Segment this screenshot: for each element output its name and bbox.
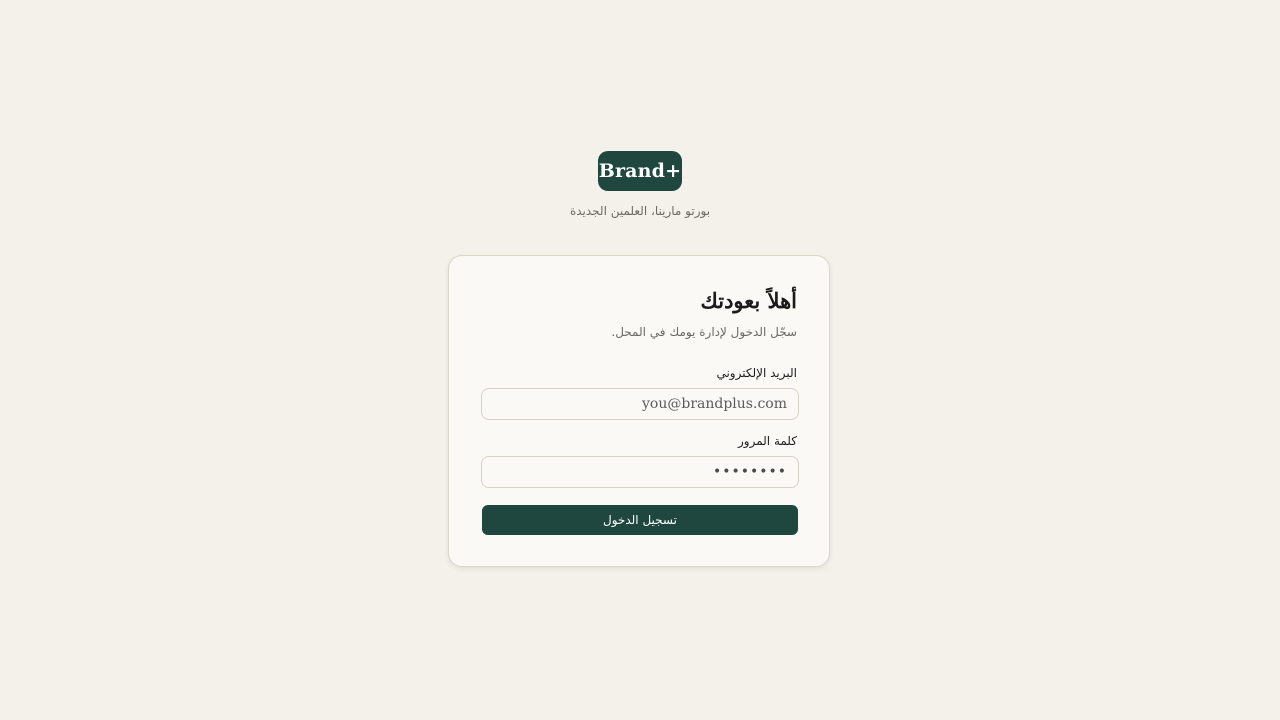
brand-header: Brand+ بورتو مارينا، العلمين الجديدة xyxy=(0,151,1280,218)
login-subtitle: سجّل الدخول لإدارة يومك في المحل. xyxy=(611,325,797,339)
login-title: أهلاً بعودتك xyxy=(700,288,797,313)
password-field[interactable] xyxy=(481,456,799,488)
brand-tagline: بورتو مارينا، العلمين الجديدة xyxy=(569,204,711,218)
brand-logo: Brand+ xyxy=(598,151,682,191)
password-label: كلمة المرور xyxy=(737,434,797,448)
login-button[interactable]: تسجيل الدخول xyxy=(482,505,798,535)
login-card: أهلاً بعودتك سجّل الدخول لإدارة يومك في … xyxy=(448,255,830,567)
email-label: البريد الإلكتروني xyxy=(716,366,797,380)
email-field[interactable] xyxy=(481,388,799,420)
